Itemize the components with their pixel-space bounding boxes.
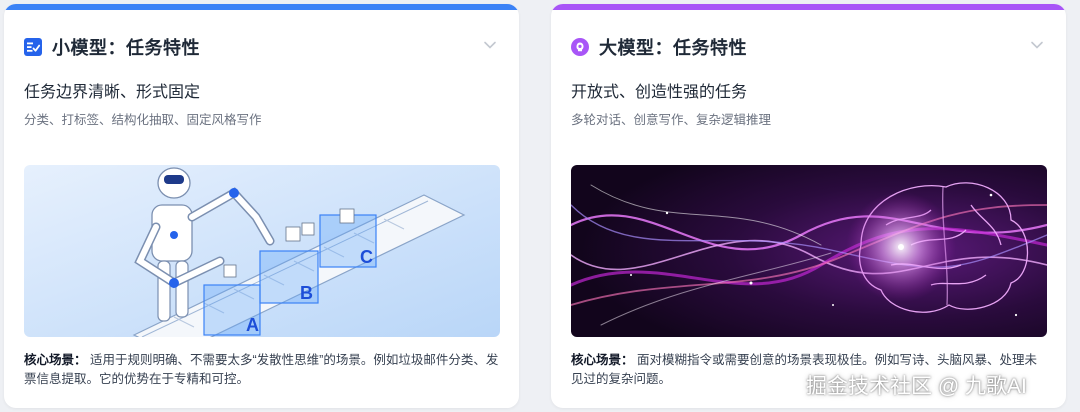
card-title: 大模型：任务特性 — [599, 38, 747, 58]
card-accent-bar — [551, 4, 1066, 10]
large-model-card: 大模型：任务特性 开放式、创造性强的任务 多轮对话、创意写作、复杂逻辑推理 核心… — [551, 4, 1066, 408]
box-letter-b: B — [300, 283, 313, 303]
chevron-down-icon[interactable] — [1030, 40, 1044, 50]
card-tags: 多轮对话、创意写作、复杂逻辑推理 — [571, 113, 772, 127]
card-header[interactable]: 大模型：任务特性 — [571, 35, 747, 59]
small-model-card: 小模型：任务特性 任务边界清晰、形式固定 分类、打标签、结构化抽取、固定风格写作 — [4, 4, 519, 408]
chevron-down-icon[interactable] — [483, 40, 497, 50]
watermark: 掘金技术社区 @ 九歌AI — [806, 375, 1027, 398]
desc-lead: 核心场景： — [571, 353, 634, 367]
card-title: 小模型：任务特性 — [52, 38, 200, 58]
box-letter-c: C — [360, 247, 373, 267]
card-subtitle: 任务边界清晰、形式固定 — [24, 84, 201, 101]
card-header[interactable]: 小模型：任务特性 — [24, 35, 200, 59]
brain-waves-illustration — [571, 165, 1047, 337]
box-letter-a: A — [246, 315, 259, 335]
checklist-icon — [24, 38, 42, 56]
desc-lead: 核心场景： — [24, 353, 87, 367]
robot-sorting-illustration: A B C — [24, 165, 500, 337]
card-tags: 分类、打标签、结构化抽取、固定风格写作 — [24, 113, 262, 127]
brain-icon — [571, 38, 589, 56]
card-subtitle: 开放式、创造性强的任务 — [571, 84, 748, 101]
card-description: 核心场景： 适用于规则明确、不需要太多“发散性思维”的场景。例如垃圾邮件分类、发… — [24, 351, 500, 389]
desc-text: 适用于规则明确、不需要太多“发散性思维”的场景。例如垃圾邮件分类、发票信息提取。… — [24, 353, 499, 386]
card-accent-bar — [4, 4, 519, 10]
